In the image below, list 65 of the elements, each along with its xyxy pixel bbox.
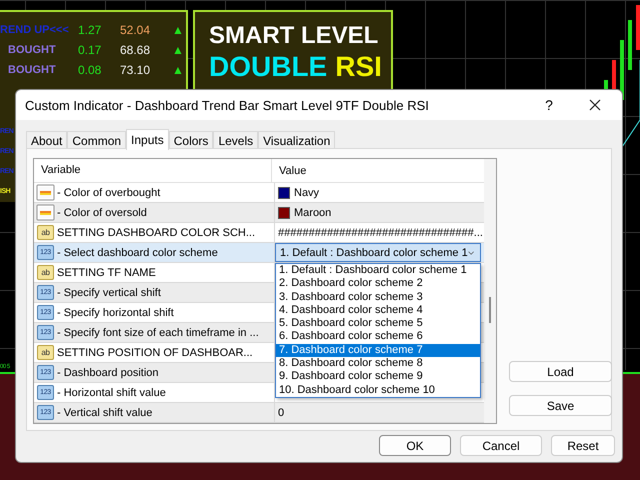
logo-text: SMART LEVEL xyxy=(209,22,380,50)
signal-label: BOUGHT xyxy=(7,64,57,76)
tab[interactable]: Inputs xyxy=(126,129,169,150)
button[interactable]: Reset xyxy=(551,435,615,456)
help-button[interactable]: ? xyxy=(526,90,572,120)
logo-text: RSI xyxy=(335,51,382,82)
button[interactable]: Save xyxy=(509,395,612,416)
window-title: Custom Indicator - Dashboard Trend Bar Smart Level 9TF Double RSI xyxy=(25,98,430,112)
dropdown-option[interactable]: 9. Dashboard color scheme 9 xyxy=(276,370,480,384)
button[interactable]: OK xyxy=(379,435,451,456)
parameter-name: SETTING DASHBOARD COLOR SCH... xyxy=(57,226,256,238)
trend-arrow: ▲ xyxy=(172,23,184,37)
palette-icon xyxy=(36,184,55,201)
parameter-name: - Dashboard position xyxy=(57,366,159,378)
parameter-name: SETTING TF NAME xyxy=(57,266,156,278)
value-text: 0.08 xyxy=(78,63,102,77)
parameter-value: Navy xyxy=(294,186,320,198)
column-header[interactable]: Variable xyxy=(34,159,272,182)
parameter-name: SETTING POSITION OF DASHBOAR... xyxy=(57,346,253,358)
dropdown-option[interactable]: 10. Dashboard color scheme 10 xyxy=(276,384,480,397)
dropdown-option[interactable]: 7. Dashboard color scheme 7 xyxy=(276,344,480,358)
dropdown-option[interactable]: 6. Dashboard color scheme 6 xyxy=(276,330,480,344)
parameter-name: - Specify vertical shift xyxy=(57,286,161,298)
parameter-value: ################################... xyxy=(278,226,483,238)
parameter-name: - Color of overbought xyxy=(57,186,160,198)
dropdown-option[interactable]: 1. Default : Dashboard color scheme 1 xyxy=(276,264,480,278)
parameter-name: - Horizontal shift value xyxy=(57,386,166,398)
tab[interactable]: About xyxy=(26,131,68,150)
trend-arrow: ▲ xyxy=(172,43,184,57)
type-icon: ab xyxy=(37,345,54,360)
type-icon: ab xyxy=(37,225,54,240)
scrollbar[interactable] xyxy=(484,159,496,423)
select-field[interactable]: 1. Default : Dashboard color scheme 1 xyxy=(275,243,481,262)
button[interactable]: Load xyxy=(509,361,612,382)
parameter-name: - Specify horizontal shift xyxy=(57,306,174,318)
candle xyxy=(636,5,640,50)
column-header[interactable]: Value xyxy=(272,164,478,176)
signal-label: BOUGHT xyxy=(7,44,57,56)
logo-text: DOUBLE xyxy=(209,51,328,82)
palette-icon xyxy=(36,204,55,221)
button[interactable]: Cancel xyxy=(460,435,542,456)
parameter-name: - Specify font size of each timeframe in ... xyxy=(57,326,259,338)
candle xyxy=(620,40,624,100)
value-text: 0.17 xyxy=(78,43,102,57)
chevron-down-icon xyxy=(468,250,474,256)
close-icon xyxy=(589,99,601,111)
value-text: 1.27 xyxy=(78,23,102,37)
dropdown-option[interactable]: 3. Dashboard color scheme 3 xyxy=(276,290,480,304)
signal-label: REND UP<<< xyxy=(0,24,70,36)
dropdown-option[interactable]: 4. Dashboard color scheme 4 xyxy=(276,304,480,318)
scrollbar-thumb[interactable] xyxy=(489,297,491,323)
parameter-row[interactable]: - Color of overbought Navy xyxy=(34,183,484,203)
parameter-name: - Color of oversold xyxy=(57,206,147,218)
value-text: 52.04 xyxy=(120,23,152,37)
type-icon: ab xyxy=(37,265,54,280)
parameter-value: 0 xyxy=(278,406,284,418)
trend-arrow: ▲ xyxy=(172,63,184,77)
parameter-value: Maroon xyxy=(294,206,332,218)
parameter-name: - Select dashboard color scheme xyxy=(57,246,218,258)
value-text: 73.10 xyxy=(120,63,152,77)
parameter-row[interactable]: ab SETTING DASHBOARD COLOR SCH... ################################... xyxy=(34,223,484,243)
parameter-row[interactable]: - Color of oversold Maroon xyxy=(34,203,484,223)
parameter-name: - Vertical shift value xyxy=(57,406,152,418)
value-text: 68.68 xyxy=(120,43,152,57)
candle xyxy=(628,20,632,70)
